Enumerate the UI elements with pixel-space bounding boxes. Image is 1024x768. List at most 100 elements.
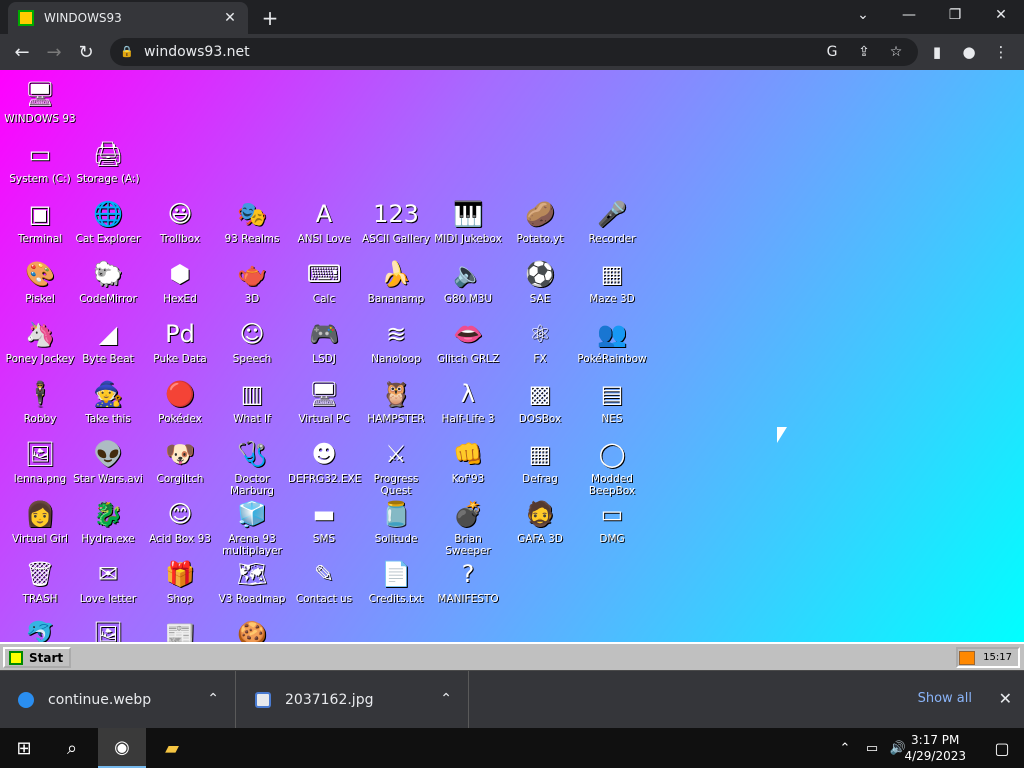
- network-icon[interactable]: ▭: [858, 728, 886, 768]
- desktop-icon[interactable]: ▭ DMG: [576, 498, 648, 545]
- desktop-icon[interactable]: 🐑 CodeMirror: [72, 258, 144, 305]
- desktop-icon[interactable]: ⬢ HexEd: [144, 258, 216, 305]
- rss-icon[interactable]: [959, 650, 976, 665]
- bookmark-star-icon[interactable]: ☆: [882, 38, 910, 66]
- desktop-icon[interactable]: 🦉 HAMPSTER: [360, 378, 432, 425]
- desktop-icon[interactable]: 🎨 Piskel: [4, 258, 76, 305]
- desktop-icon[interactable]: 🍪: [216, 618, 288, 642]
- download-item[interactable]: continue.webp ⌃: [0, 671, 236, 729]
- desktop-icon[interactable]: 🗺 V3 Roadmap: [216, 558, 288, 605]
- desktop-icon[interactable]: 🗑 TRASH: [4, 558, 76, 605]
- chevron-up-icon[interactable]: ⌃: [207, 691, 219, 707]
- start-button[interactable]: Start: [3, 647, 71, 668]
- notifications-icon[interactable]: ▢: [978, 728, 1024, 768]
- side-panel-icon[interactable]: ▮: [922, 36, 952, 68]
- close-icon[interactable]: ✕: [999, 689, 1012, 708]
- desktop-icon[interactable]: ▥ What If: [216, 378, 288, 425]
- desktop-icon[interactable]: 💣 Brian Sweeper: [432, 498, 504, 557]
- windows93-desktop[interactable]: 🖥 WINDOWS 93 ▭ System (C:) 🖨 Storage (A:) ▣ Ter…: [0, 70, 1024, 642]
- download-item[interactable]: 2037162.jpg ⌃: [237, 671, 469, 729]
- share-icon[interactable]: ⇪: [850, 38, 878, 66]
- desktop-icon[interactable]: 🎭 93 Realms: [216, 198, 288, 245]
- desktop-icon[interactable]: 🥔 Potato.yt: [504, 198, 576, 245]
- desktop-icon[interactable]: 🎹 MIDI Jukebox: [432, 198, 504, 245]
- desktop-icon[interactable]: ◢ Byte Beat: [72, 318, 144, 365]
- desktop-icon[interactable]: ☻ DEFRG32.EXE: [288, 438, 361, 485]
- desktop-icon[interactable]: ☺ Speech: [216, 318, 288, 365]
- desktop-icon[interactable]: 🧔 GAFA 3D: [504, 498, 576, 545]
- menu-icon[interactable]: ⋮: [986, 36, 1016, 68]
- desktop-icon[interactable]: Pd Puke Data: [144, 318, 216, 365]
- desktop-icon[interactable]: 🫖 3D: [216, 258, 288, 305]
- desktop-icon[interactable]: 🧙 Take this: [72, 378, 144, 425]
- desktop-icon[interactable]: ✎ Contact us: [288, 558, 360, 605]
- desktop-icon[interactable]: ▣ Terminal: [4, 198, 76, 245]
- minimize-button[interactable]: —: [886, 0, 932, 30]
- desktop-icon[interactable]: 📰: [144, 618, 216, 642]
- reload-button[interactable]: ↻: [70, 36, 102, 68]
- desktop-icon[interactable]: 🔈 G80.M3U: [432, 258, 504, 305]
- desktop-icon[interactable]: 🎮 LSDJ: [288, 318, 360, 365]
- forward-button[interactable]: →: [38, 36, 70, 68]
- desktop-icon[interactable]: 👄 Glitch GRLZ: [432, 318, 504, 365]
- desktop-icon[interactable]: ▭ System (C:): [4, 138, 76, 185]
- desktop-icon[interactable]: ⚛ FX: [504, 318, 576, 365]
- windows-start-icon[interactable]: ⊞: [0, 728, 48, 768]
- desktop-icon[interactable]: ▬ SMS: [288, 498, 360, 545]
- desktop-icon[interactable]: ▦ Maze 3D: [576, 258, 648, 305]
- desktop-icon[interactable]: ? MANIFESTO: [432, 558, 504, 605]
- desktop-icon[interactable]: 🖨 Storage (A:): [72, 138, 144, 185]
- desktop-icon[interactable]: ▦ Defrag: [504, 438, 576, 485]
- desktop-icon[interactable]: λ Half-Life 3: [432, 378, 504, 425]
- desktop-icon[interactable]: 🍌 Bananamp: [360, 258, 432, 305]
- desktop-icon[interactable]: 🩺 Doctor Marburg: [216, 438, 288, 497]
- desktop-icon[interactable]: 📄 Credits.txt: [360, 558, 432, 605]
- search-icon[interactable]: ⌕: [48, 728, 96, 768]
- desktop-icon[interactable]: ✉ Love letter: [72, 558, 144, 605]
- desktop-icon[interactable]: 🐉 Hydra.exe: [72, 498, 144, 545]
- tab-search-icon[interactable]: ⌄: [840, 0, 886, 30]
- desktop-icon[interactable]: 👽 Star Wars.avi: [72, 438, 144, 485]
- desktop-icon[interactable]: 🌐 Cat Explorer: [72, 198, 144, 245]
- desktop-icon[interactable]: ◯ Modded BeepBox: [576, 438, 648, 497]
- desktop-icon[interactable]: 👩 Virtual Girl: [4, 498, 76, 545]
- desktop-icon[interactable]: 🖼 lenna.png: [4, 438, 76, 485]
- desktop-icon[interactable]: 😊 Acid Box 93: [144, 498, 216, 545]
- close-tab-icon[interactable]: ✕: [222, 10, 238, 26]
- desktop-icon[interactable]: 🖼: [72, 618, 144, 642]
- desktop-icon[interactable]: 😃 Trollbox: [144, 198, 216, 245]
- chevron-up-icon[interactable]: ⌃: [830, 728, 860, 768]
- desktop-icon[interactable]: 👥 PokéRainbow: [576, 318, 648, 365]
- desktop-icon[interactable]: ⚔ Progress Quest: [360, 438, 432, 497]
- desktop-icon[interactable]: ≋ Nanoloop: [360, 318, 432, 365]
- browser-tab[interactable]: WINDOWS93 ✕: [8, 2, 248, 34]
- desktop-icon[interactable]: ▤ NES: [576, 378, 648, 425]
- desktop-icon[interactable]: ▩ DOSBox: [504, 378, 576, 425]
- address-bar[interactable]: 🔒 windows93.net G ⇪ ☆: [110, 38, 918, 66]
- desktop-icon[interactable]: A ANSI Love: [288, 198, 360, 245]
- new-tab-button[interactable]: +: [258, 6, 282, 30]
- desktop-icon[interactable]: 🐶 Corgiltch: [144, 438, 216, 485]
- desktop-icon[interactable]: 🖥 WINDOWS 93: [4, 78, 76, 125]
- restore-button[interactable]: ❐: [932, 0, 978, 30]
- desktop-icon[interactable]: ⚽ SAE: [504, 258, 576, 305]
- desktop-icon[interactable]: 🫙 Solitude: [360, 498, 432, 545]
- chevron-up-icon[interactable]: ⌃: [440, 691, 452, 707]
- desktop-icon[interactable]: 🔴 Pokédex: [144, 378, 216, 425]
- desktop-icon[interactable]: 👊 Kof'93: [432, 438, 504, 485]
- chrome-icon[interactable]: ◉: [98, 728, 146, 768]
- profile-icon[interactable]: ●: [954, 36, 984, 68]
- system-clock[interactable]: 3:17 PM 4/29/2023: [904, 732, 966, 764]
- desktop-icon[interactable]: 🖥 Virtual PC: [288, 378, 360, 425]
- show-all-button[interactable]: Show all: [918, 691, 972, 706]
- desktop-icon[interactable]: 🎁 Shop: [144, 558, 216, 605]
- desktop-icon[interactable]: 🧊 Arena 93 multiplayer: [216, 498, 288, 557]
- desktop-icon[interactable]: 🎤 Recorder: [576, 198, 648, 245]
- google-icon[interactable]: G: [818, 38, 846, 66]
- desktop-icon[interactable]: 123 ASCII Gallery: [360, 198, 432, 245]
- close-window-button[interactable]: ✕: [978, 0, 1024, 30]
- file-explorer-icon[interactable]: ▰: [148, 728, 196, 768]
- desktop-icon[interactable]: ⌨ Calc: [288, 258, 360, 305]
- desktop-icon[interactable]: 🦄 Poney Jockey: [4, 318, 76, 365]
- desktop-icon[interactable]: 🕴 Robby: [4, 378, 76, 425]
